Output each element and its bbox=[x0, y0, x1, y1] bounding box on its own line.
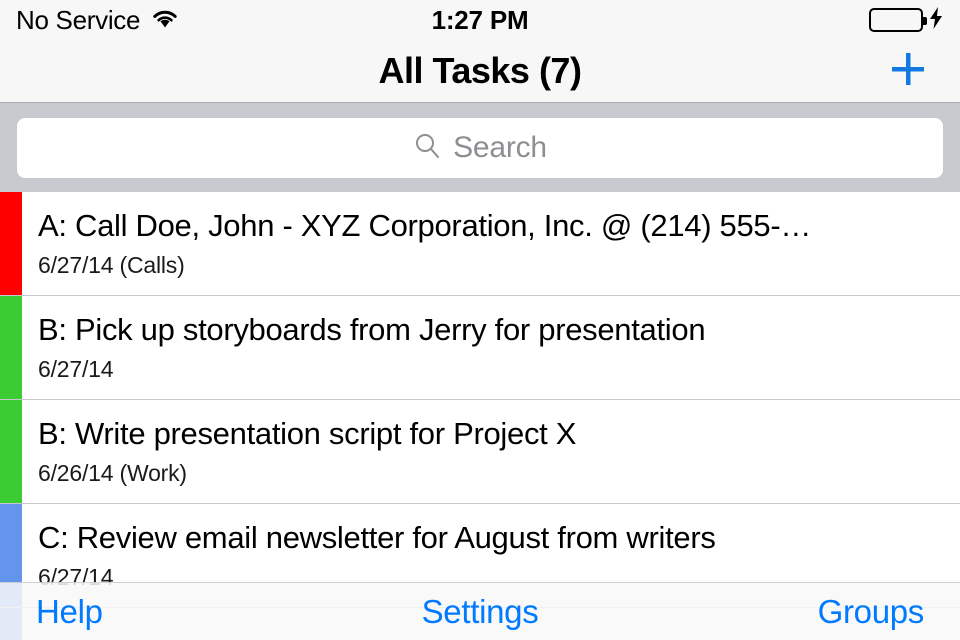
task-row-text: B: Write presentation script for Project… bbox=[38, 400, 944, 503]
table-row[interactable]: A: Call Doe, John - XYZ Corporation, Inc… bbox=[0, 192, 960, 296]
task-subtitle: 6/27/14 (Calls) bbox=[38, 251, 185, 278]
wifi-icon bbox=[150, 7, 180, 34]
task-title: C: Review email newsletter for August fr… bbox=[38, 522, 716, 555]
clock-label: 1:27 PM bbox=[431, 4, 529, 35]
navigation-bar: All Tasks (7) bbox=[0, 40, 960, 102]
priority-stripe bbox=[0, 400, 22, 503]
app-screen: No Service 1:27 PM All Tasks (7) Search … bbox=[0, 0, 960, 640]
bottom-toolbar: Help Settings Groups bbox=[0, 582, 960, 640]
task-title: B: Pick up storyboards from Jerry for pr… bbox=[38, 314, 706, 347]
page-title: All Tasks (7) bbox=[378, 50, 582, 91]
task-title: A: Call Doe, John - XYZ Corporation, Inc… bbox=[38, 210, 812, 243]
task-list[interactable]: A: Call Doe, John - XYZ Corporation, Inc… bbox=[0, 192, 960, 640]
priority-stripe bbox=[0, 296, 22, 399]
settings-button[interactable]: Settings bbox=[422, 593, 539, 631]
status-bar: No Service 1:27 PM bbox=[0, 0, 960, 40]
help-button[interactable]: Help bbox=[36, 593, 103, 631]
task-row-text: A: Call Doe, John - XYZ Corporation, Inc… bbox=[38, 192, 944, 295]
task-title: B: Write presentation script for Project… bbox=[38, 418, 577, 451]
priority-stripe bbox=[0, 192, 22, 295]
battery-icon bbox=[869, 8, 927, 32]
search-icon bbox=[413, 131, 441, 164]
table-row[interactable]: B: Write presentation script for Project… bbox=[0, 400, 960, 504]
add-task-button[interactable] bbox=[878, 41, 938, 101]
search-placeholder: Search bbox=[453, 130, 547, 164]
search-bar: Search bbox=[0, 102, 960, 192]
status-bar-right bbox=[528, 6, 944, 35]
search-input[interactable]: Search bbox=[17, 117, 943, 178]
lightning-bolt-icon bbox=[928, 6, 944, 35]
task-subtitle: 6/26/14 (Work) bbox=[38, 459, 187, 486]
carrier-label: No Service bbox=[16, 4, 141, 35]
status-bar-left: No Service bbox=[16, 5, 432, 36]
task-row-text: B: Pick up storyboards from Jerry for pr… bbox=[38, 296, 944, 399]
groups-button[interactable]: Groups bbox=[818, 593, 925, 631]
task-subtitle: 6/27/14 bbox=[38, 355, 114, 382]
plus-icon bbox=[885, 46, 931, 97]
table-row[interactable]: B: Pick up storyboards from Jerry for pr… bbox=[0, 296, 960, 400]
